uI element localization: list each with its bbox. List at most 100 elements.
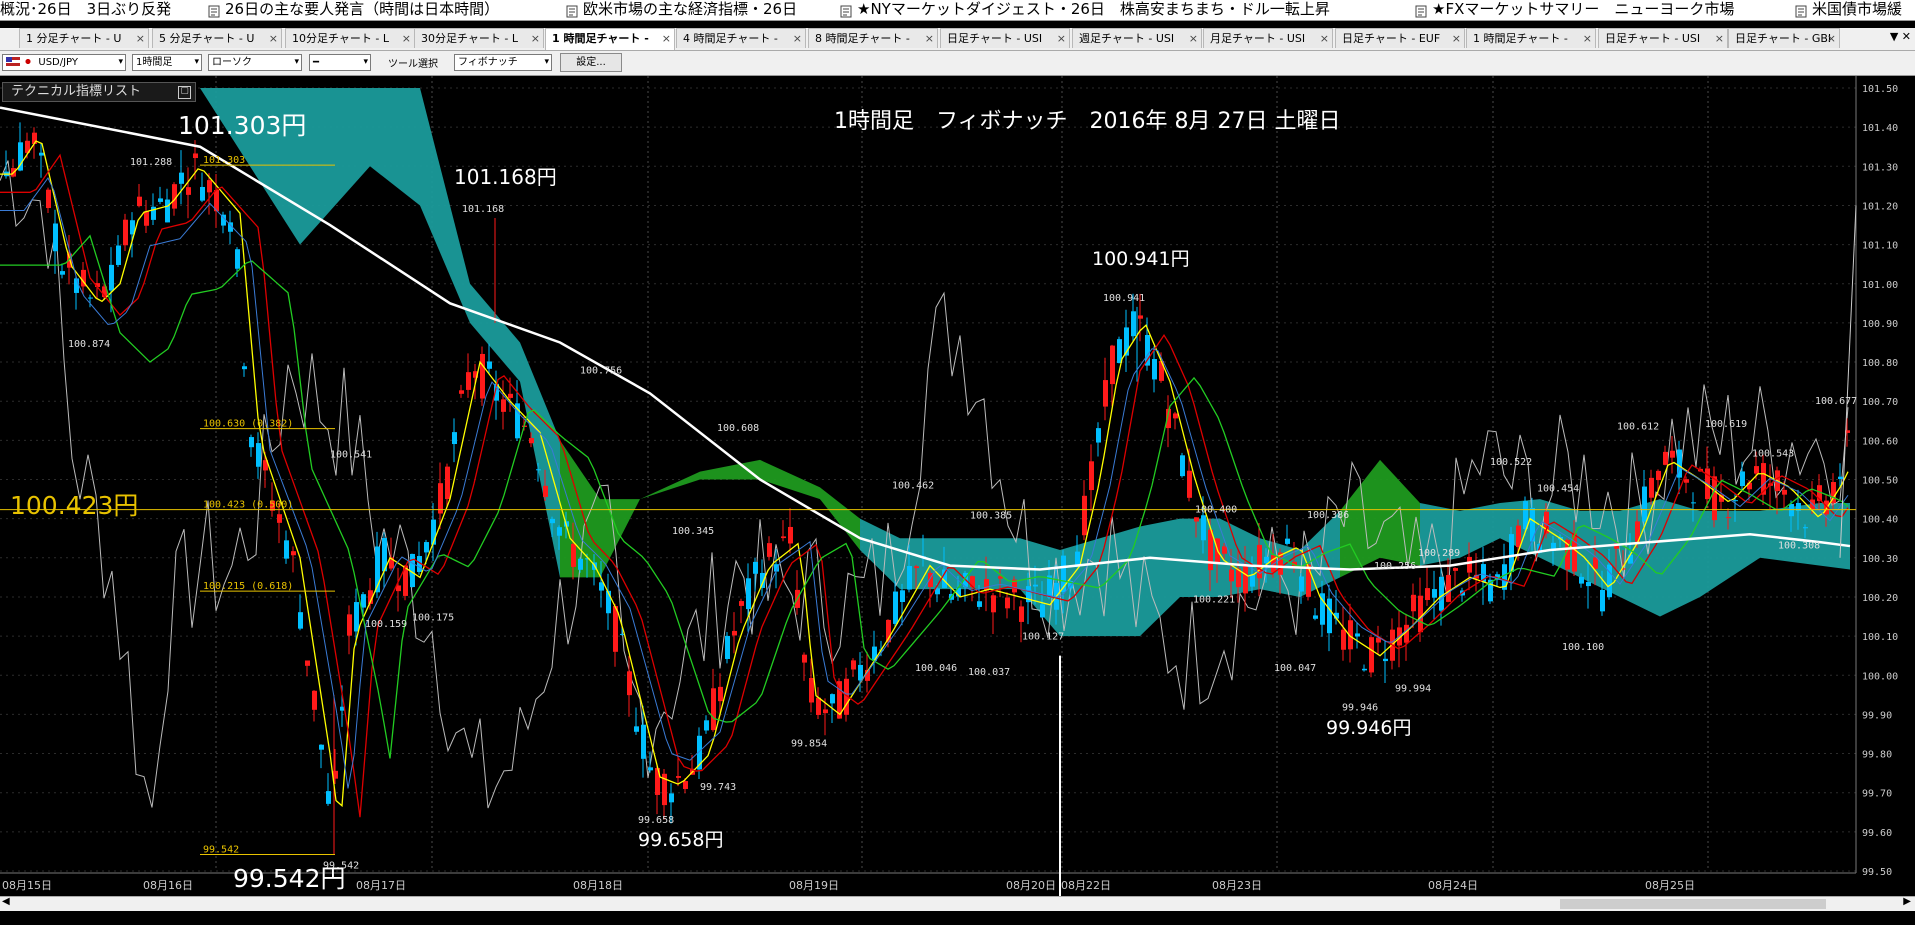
candlestick bbox=[1593, 557, 1598, 569]
price-label: 100.308 bbox=[1778, 541, 1820, 552]
tab-chart[interactable]: 1 時間足チャート - × bbox=[545, 28, 675, 50]
tab-chart[interactable]: 10分足チャート - L × bbox=[285, 28, 415, 48]
tab-chart[interactable]: 週足チャート - USI × bbox=[1072, 28, 1202, 48]
candlestick bbox=[851, 660, 856, 670]
close-icon[interactable]: × bbox=[136, 29, 145, 48]
price-chart[interactable]: 101.50 101.40 101.30 101.20 101.10 101.00 100.… bbox=[0, 76, 1915, 896]
candlestick bbox=[1138, 315, 1143, 319]
fibonacci-level-label: 100.215 (0.618) bbox=[203, 581, 293, 592]
tab-chart[interactable]: 8 時間足チャート - × bbox=[808, 28, 938, 48]
price-label: 100.543 bbox=[1752, 449, 1794, 460]
tab-chart[interactable]: 日足チャート - USI × bbox=[940, 28, 1070, 48]
ticker-item[interactable]: 欧米市場の主な経済指標・26日 bbox=[566, 0, 797, 19]
candlestick bbox=[88, 297, 93, 299]
ticker-item[interactable]: ★NYマーケットダイジェスト・26日 株高安まちまち・ドル一転上昇 bbox=[840, 0, 1330, 19]
candlestick bbox=[788, 526, 793, 544]
y-tick-label: 100.60 bbox=[1862, 436, 1898, 447]
close-icon[interactable]: × bbox=[1827, 29, 1836, 48]
tab-label: 日足チャート - USI bbox=[1605, 32, 1701, 45]
price-annotation: 99.658円 bbox=[638, 829, 723, 851]
price-label: 100.289 bbox=[1418, 548, 1460, 559]
close-icon[interactable]: × bbox=[269, 29, 278, 48]
price-label: 100.047 bbox=[1274, 663, 1316, 674]
chart-type-select[interactable]: ローソク ▾ bbox=[208, 54, 302, 71]
tab-chart[interactable]: 日足チャート - EUF × bbox=[1335, 28, 1465, 48]
tab-chart[interactable]: 30分足チャート - L × bbox=[414, 28, 544, 48]
candlestick bbox=[1516, 525, 1521, 548]
tab-chart[interactable]: 月足チャート - USI × bbox=[1203, 28, 1333, 48]
tab-chart[interactable]: 日足チャート - GBI × bbox=[1728, 28, 1840, 48]
y-tick-label: 99.90 bbox=[1862, 710, 1892, 721]
price-label: 100.619 bbox=[1705, 419, 1747, 430]
close-icon[interactable]: × bbox=[1452, 29, 1461, 48]
tab-chart[interactable]: 日足チャート - USI × bbox=[1598, 28, 1728, 48]
x-tick-label: 08月23日 bbox=[1212, 879, 1262, 892]
candlestick bbox=[1040, 604, 1045, 618]
price-annotation: 99.542円 bbox=[233, 864, 345, 893]
candlestick bbox=[781, 536, 786, 539]
tab-label: 1 時間足チャート - bbox=[1473, 32, 1568, 45]
ticker-item-text: ★NYマーケットダイジェスト・26日 株高安まちまち・ドル一転上昇 bbox=[857, 0, 1330, 18]
candlestick bbox=[459, 390, 464, 394]
tab-chart[interactable]: 4 時間足チャート - × bbox=[676, 28, 806, 48]
close-icon[interactable]: × bbox=[531, 29, 540, 48]
candlestick bbox=[277, 514, 282, 523]
candlestick bbox=[179, 172, 184, 184]
candlestick bbox=[284, 540, 289, 559]
tool-select[interactable]: フィボナッチ ▾ bbox=[454, 54, 552, 71]
scroll-left-icon[interactable]: ◀ bbox=[2, 896, 10, 907]
candlestick bbox=[683, 781, 688, 789]
close-icon[interactable]: × bbox=[1057, 29, 1066, 48]
candlestick bbox=[984, 579, 989, 591]
price-annotation: 101.168円 bbox=[454, 165, 557, 189]
close-icon[interactable]: × bbox=[1583, 29, 1592, 48]
timeframe-select[interactable]: 1時間足 ▾ bbox=[132, 54, 202, 71]
tab-chart[interactable]: 1 分足チャート - U × bbox=[19, 28, 149, 48]
ticker-item[interactable]: 米国債市場緩 bbox=[1795, 0, 1902, 19]
chevron-down-icon: ▾ bbox=[118, 57, 123, 67]
chart-toolbar: USD/JPY ▾ 1時間足 ▾ ローソク ▾ ━ ▾ ツール選択 フィボナッチ… bbox=[0, 51, 1915, 76]
ichimoku-cloud bbox=[1100, 526, 1140, 637]
candlestick bbox=[711, 688, 716, 731]
candlestick bbox=[1243, 564, 1248, 594]
close-icon[interactable]: × bbox=[402, 29, 411, 48]
fibonacci-level-label: 101.303 bbox=[203, 155, 245, 166]
candlestick bbox=[1432, 589, 1437, 598]
price-label: 101.288 bbox=[130, 157, 172, 168]
price-label: 100.345 bbox=[672, 526, 714, 537]
horizontal-scrollbar[interactable]: ◀ ▶ bbox=[0, 896, 1915, 911]
candlestick bbox=[1250, 575, 1255, 587]
candlestick bbox=[1131, 311, 1136, 337]
ticker-item-text: ★FXマーケットサマリー ニューヨーク市場 bbox=[1432, 0, 1735, 18]
close-icon[interactable]: × bbox=[1320, 29, 1329, 48]
scrollbar-thumb[interactable] bbox=[1560, 899, 1826, 909]
y-tick-label: 101.50 bbox=[1862, 84, 1898, 95]
y-tick-label: 100.50 bbox=[1862, 476, 1898, 487]
scroll-right-icon[interactable]: ▶ bbox=[1903, 896, 1911, 907]
tab-chart[interactable]: 5 分足チャート - U × bbox=[152, 28, 282, 48]
ticker-item[interactable]: 26日の主な要人発言（時間は日本時間） bbox=[208, 0, 499, 19]
close-icon[interactable]: × bbox=[1715, 29, 1724, 48]
close-icon[interactable]: × bbox=[793, 29, 802, 48]
close-icon[interactable]: × bbox=[1189, 29, 1198, 48]
symbol-select[interactable]: USD/JPY ▾ bbox=[2, 54, 126, 71]
chart-title: 1時間足 フィボナッチ 2016年 8月 27日 土曜日 bbox=[834, 109, 1341, 134]
tab-menu-icon[interactable]: ▼ ✕ bbox=[1890, 30, 1911, 43]
price-label: 100.756 bbox=[580, 365, 622, 376]
price-label: 99.743 bbox=[700, 782, 736, 793]
y-tick-label: 100.10 bbox=[1862, 632, 1898, 643]
maximize-icon[interactable]: ▢ bbox=[178, 86, 191, 99]
candlestick bbox=[123, 219, 128, 246]
chevron-down-icon: ▾ bbox=[294, 57, 299, 67]
ticker-item[interactable]: ★FXマーケットサマリー ニューヨーク市場 bbox=[1415, 0, 1734, 19]
candlestick bbox=[74, 278, 79, 293]
price-label: 100.127 bbox=[1022, 632, 1064, 643]
technical-indicator-list[interactable]: テクニカル指標リスト ▢ bbox=[2, 82, 196, 102]
tab-chart[interactable]: 1 時間足チャート - × bbox=[1466, 28, 1596, 48]
close-icon[interactable]: × bbox=[662, 29, 671, 49]
candlestick bbox=[53, 223, 58, 252]
close-icon[interactable]: × bbox=[925, 29, 934, 48]
line-style-select[interactable]: ━ ▾ bbox=[309, 54, 371, 71]
ticker-item[interactable]: 概況･26日 3日ぶり反発 bbox=[0, 0, 171, 19]
settings-button[interactable]: 設定... bbox=[560, 53, 622, 72]
